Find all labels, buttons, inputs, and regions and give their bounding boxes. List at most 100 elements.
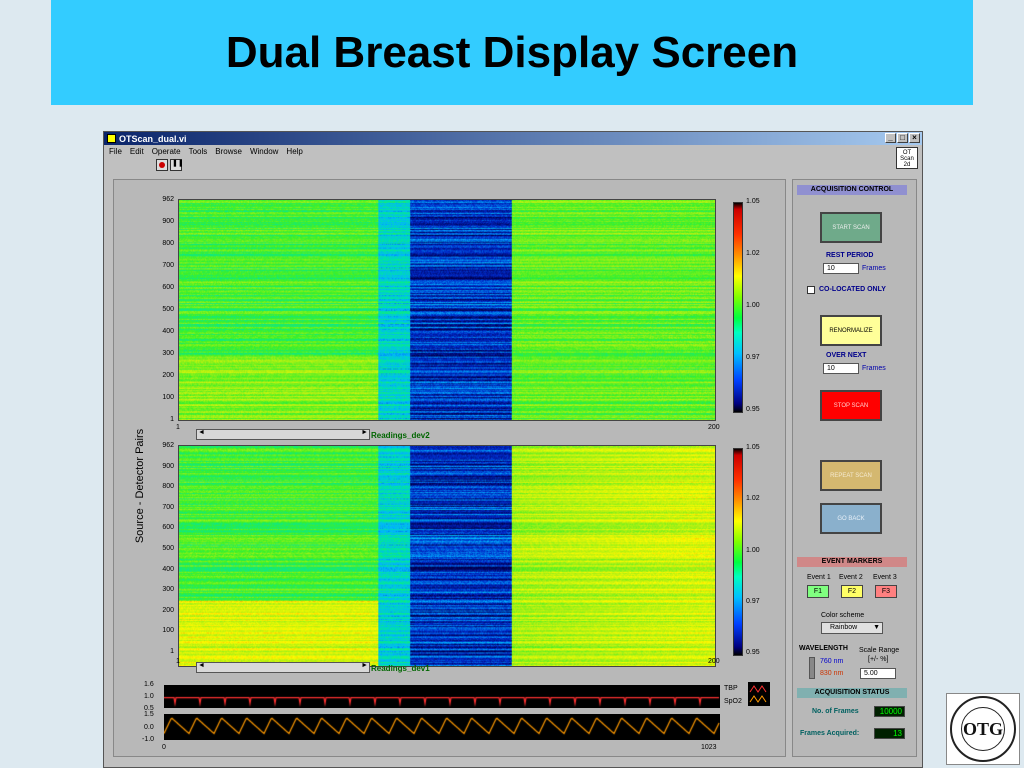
y-tick: 1	[170, 416, 174, 423]
menu-browse[interactable]: Browse	[215, 147, 242, 156]
menubar: File Edit Operate Tools Browse Window He…	[104, 145, 922, 157]
over-frames-unit: Frames	[862, 365, 886, 372]
run-button[interactable]	[156, 159, 168, 171]
wave-tick: 1.0	[144, 693, 154, 700]
num-frames-label: No. of Frames	[812, 708, 859, 715]
menu-window[interactable]: Window	[250, 147, 278, 156]
legend-swatches	[748, 682, 770, 706]
y-tick: 962	[162, 196, 174, 203]
spo2-waveform	[164, 714, 720, 740]
wl-830-label: 830 nm	[820, 670, 844, 677]
event-markers-header: EVENT MARKERS	[797, 557, 907, 567]
frames-acquired-field: 13	[874, 728, 905, 739]
event-1-button[interactable]: F1	[807, 585, 829, 598]
menu-file[interactable]: File	[109, 147, 122, 156]
renormalize-button[interactable]: RENORMALIZE	[820, 315, 882, 346]
colorbar-bottom	[733, 448, 743, 656]
wave-tick: -1.0	[142, 736, 155, 743]
rest-period-label: REST PERIOD	[826, 252, 874, 259]
tbp-waveform	[164, 685, 720, 708]
color-scheme-dropdown[interactable]: Rainbow ▼	[821, 622, 883, 634]
colorbar-tick: 1.00	[746, 302, 760, 309]
x-tick-start-bottom: 1	[176, 658, 180, 665]
start-scan-button[interactable]: START SCAN	[820, 212, 882, 243]
frames-acquired-label: Frames Acquired:	[800, 730, 860, 737]
plot-label-dev2: Readings_dev2	[371, 431, 430, 440]
scrollbar-dev1[interactable]	[196, 662, 370, 673]
intensity-map-dev1	[178, 445, 716, 667]
pause-button[interactable]	[170, 159, 184, 171]
slide-title: Dual Breast Display Screen	[225, 27, 799, 77]
over-next-label: OVER NEXT	[826, 352, 867, 359]
scale-range-label: Scale Range	[859, 647, 900, 654]
wave-x-end: 1023	[701, 744, 717, 751]
y-tick: 500	[162, 306, 174, 313]
y-tick: 600	[162, 524, 174, 532]
y-axis-label: Source - Detector Pairs	[134, 428, 146, 544]
window-titlebar: OTScan_dual.vi _ □ ×	[104, 132, 922, 145]
wavelength-switch[interactable]	[809, 657, 815, 679]
close-button[interactable]: ×	[909, 133, 920, 143]
menu-tools[interactable]: Tools	[189, 147, 208, 156]
slide-title-banner: Dual Breast Display Screen	[51, 0, 973, 105]
y-tick: 200	[162, 606, 174, 614]
scale-unit-label: [+/- %]	[868, 656, 889, 663]
labview-window: OTScan_dual.vi _ □ × File Edit Operate T…	[103, 131, 923, 768]
window-title: OTScan_dual.vi	[119, 133, 187, 144]
y-tick: 400	[162, 328, 174, 335]
y-tick: 1	[170, 648, 174, 655]
logo-ring: OTG	[950, 696, 1016, 762]
vi-icon	[107, 134, 116, 143]
otg-logo: OTG	[946, 693, 1020, 765]
num-frames-field[interactable]: 10000	[874, 706, 905, 717]
acquisition-control-header: ACQUISITION CONTROL	[797, 185, 907, 195]
colorbar-tick: 1.00	[746, 546, 760, 554]
menu-edit[interactable]: Edit	[130, 147, 144, 156]
ot-scan-badge: OT Scan 2d	[896, 147, 918, 169]
y-tick: 900	[162, 462, 174, 470]
color-scheme-value: Rainbow	[830, 624, 858, 631]
intensity-map-dev2	[178, 199, 716, 421]
y-tick: 900	[162, 218, 174, 225]
y-tick: 500	[162, 545, 174, 552]
wave-tick: 0.0	[144, 724, 154, 731]
scrollbar-dev2[interactable]	[196, 429, 370, 440]
colocated-label: CO-LOCATED ONLY	[819, 286, 886, 293]
menu-operate[interactable]: Operate	[152, 147, 181, 156]
color-scheme-label: Color scheme	[821, 612, 865, 619]
colorbar-top	[733, 202, 743, 413]
wave-tick: 1.6	[144, 681, 154, 688]
repeat-scan-button[interactable]: REPEAT SCAN	[820, 460, 882, 491]
colocated-checkbox[interactable]	[807, 286, 815, 294]
logo-text: OTG	[961, 707, 1005, 751]
x-tick-end-bottom: 200	[708, 658, 720, 665]
x-tick-start-top: 1	[176, 424, 180, 431]
toolbar	[104, 157, 922, 173]
y-tick: 200	[162, 372, 174, 379]
legend-tbp: TBP	[724, 685, 738, 692]
stop-scan-button[interactable]: STOP SCAN	[820, 390, 882, 421]
y-tick: 600	[162, 284, 174, 291]
scale-range-field[interactable]: 5.00	[860, 668, 896, 679]
event-3-label: Event 3	[873, 574, 897, 581]
colorbar-tick: 0.97	[746, 597, 760, 605]
y-tick: 100	[162, 627, 174, 635]
event-1-label: Event 1	[807, 574, 831, 581]
plot-label-dev1: Readings_dev1	[371, 664, 430, 673]
wave-x-start: 0	[162, 744, 166, 751]
control-panel: ACQUISITION CONTROL START SCAN REST PERI…	[792, 179, 917, 757]
over-next-field[interactable]: 10	[823, 363, 859, 374]
go-back-button[interactable]: GO BACK	[820, 503, 882, 534]
rest-period-field[interactable]: 10	[823, 263, 859, 274]
y-tick: 400	[162, 565, 174, 573]
event-2-button[interactable]: F2	[841, 585, 863, 598]
event-3-button[interactable]: F3	[875, 585, 897, 598]
colorbar-tick: 0.97	[746, 354, 760, 361]
x-tick-end-top: 200	[708, 424, 720, 431]
legend-spo2: SpO2	[724, 698, 742, 705]
wave-tick: 1.5	[144, 711, 154, 718]
menu-help[interactable]: Help	[286, 147, 302, 156]
maximize-button[interactable]: □	[897, 133, 908, 143]
minimize-button[interactable]: _	[885, 133, 896, 143]
colorbar-tick: 0.95	[746, 649, 760, 656]
